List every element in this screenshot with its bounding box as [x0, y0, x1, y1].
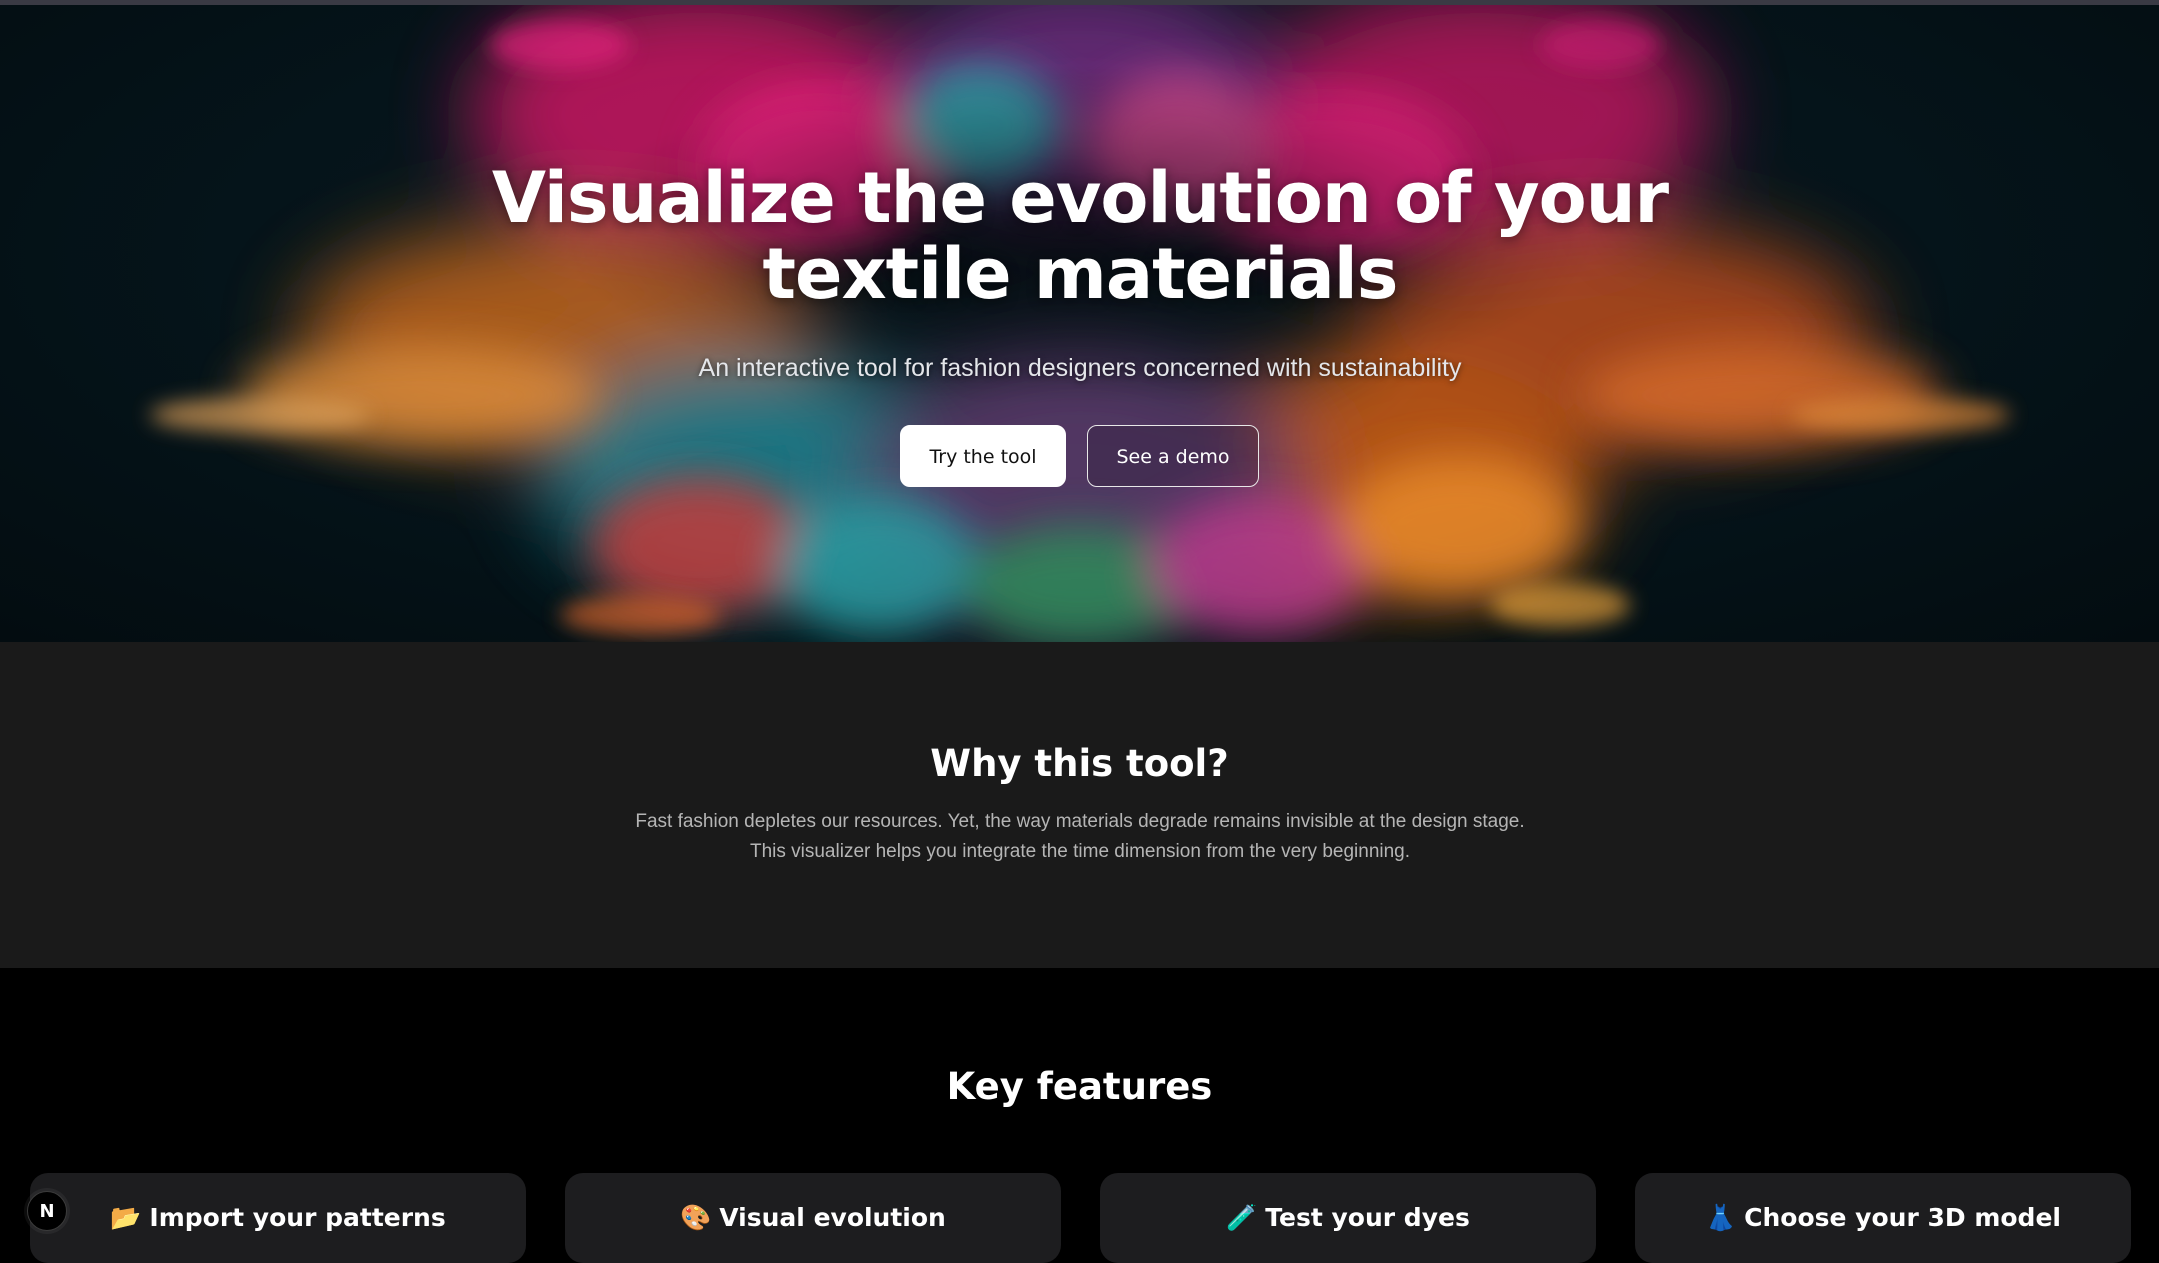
test-tube-icon: 🧪 — [1226, 1203, 1258, 1232]
folder-icon: 📂 — [110, 1203, 142, 1232]
feature-card-title: 🧪 Test your dyes — [1100, 1203, 1596, 1233]
see-a-demo-button[interactable]: See a demo — [1087, 425, 1259, 487]
features-section: Key features 📂 Import your patterns 🎨 Visu… — [0, 968, 2159, 1263]
why-description: Fast fashion depletes our resources. Yet… — [430, 807, 1730, 867]
why-section: Why this tool? Fast fashion depletes our… — [0, 642, 2159, 968]
hero-title: Visualize the evolution of your textile … — [491, 157, 1669, 315]
features-title: Key features — [946, 1065, 1213, 1108]
feature-card-label: Test your dyes — [1265, 1203, 1470, 1232]
feature-card-3d-model[interactable]: 👗 Choose your 3D model — [1635, 1173, 2131, 1263]
dress-icon: 👗 — [1705, 1203, 1737, 1232]
hero-subtitle: An interactive tool for fashion designer… — [698, 354, 1462, 382]
feature-card-title: 👗 Choose your 3D model — [1635, 1203, 2131, 1233]
feature-card-label: Import your patterns — [149, 1203, 446, 1232]
dev-tools-badge[interactable]: N — [27, 1191, 67, 1231]
feature-cards: 📂 Import your patterns 🎨 Visual evolution … — [0, 1173, 2159, 1263]
why-line-1: Fast fashion depletes our resources. Yet… — [635, 811, 1525, 832]
feature-card-import-patterns[interactable]: 📂 Import your patterns — [30, 1173, 526, 1263]
hero-actions: Try the tool See a demo — [0, 425, 2159, 487]
feature-card-label: Choose your 3D model — [1744, 1203, 2061, 1232]
feature-card-title: 📂 Import your patterns — [30, 1203, 526, 1233]
hero-text-shade — [0, 5, 2159, 642]
feature-card-test-dyes[interactable]: 🧪 Test your dyes — [1100, 1173, 1596, 1263]
feature-card-title: 🎨 Visual evolution — [565, 1203, 1061, 1233]
n-logo-icon: N — [39, 1200, 55, 1222]
palette-icon: 🎨 — [680, 1203, 712, 1232]
why-title: Why this tool? — [930, 742, 1229, 785]
feature-card-visual-evolution[interactable]: 🎨 Visual evolution — [565, 1173, 1061, 1263]
hero-section: Visualize the evolution of your textile … — [0, 5, 2159, 642]
why-line-2: This visualizer helps you integrate the … — [749, 841, 1411, 862]
feature-card-label: Visual evolution — [719, 1203, 946, 1232]
try-the-tool-button[interactable]: Try the tool — [900, 425, 1066, 487]
